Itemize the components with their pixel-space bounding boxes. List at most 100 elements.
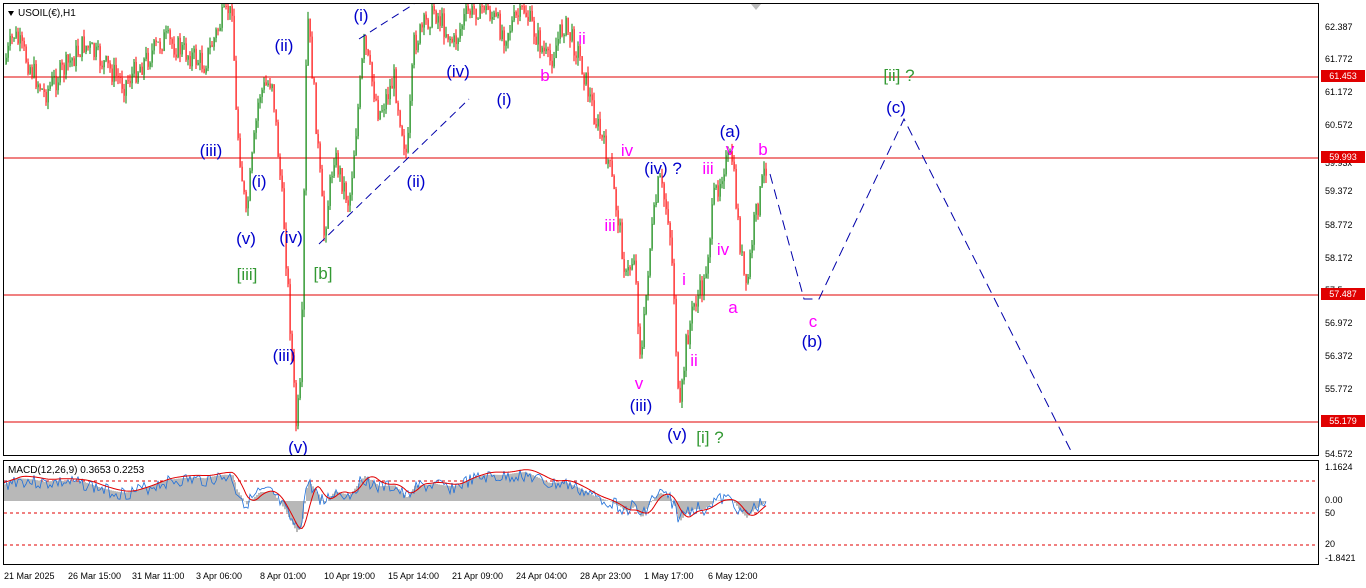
candle-body [313,78,315,83]
candle-body [327,205,329,229]
macd-histogram-bar [528,473,530,501]
price-tick: 58.772 [1325,220,1353,230]
macd-histogram-bar [500,474,502,501]
candle-body [335,152,337,166]
candle-body [189,56,191,67]
candle-body [283,188,285,229]
candle-body [297,398,299,427]
candle-body [227,6,229,14]
candle-body [81,36,83,57]
candle-body [499,13,501,40]
candle-body [705,273,707,278]
macd-histogram-bar [306,487,308,501]
candle-body [487,6,489,10]
candle-body [475,8,477,19]
macd-histogram-bar [444,485,446,501]
macd-histogram-bar [594,496,596,501]
candle-body [61,62,63,65]
time-axis[interactable]: 21 Mar 2025 26 Mar 15:00 31 Mar 11:00 3 … [0,565,1366,588]
candle-body [323,196,325,236]
candle-body [763,168,765,176]
candle-body [611,160,613,176]
candle-body [755,203,757,215]
macd-histogram-bar [228,474,230,501]
candle-body [375,98,377,101]
macd-histogram-bar [490,474,492,501]
macd-histogram-bar [4,484,6,501]
candle-body [251,152,253,171]
candle-body [671,237,673,264]
candle-body [643,313,645,348]
candle-body [123,88,125,96]
macd-histogram-bar [132,491,134,501]
macd-histogram-bar [72,481,74,501]
candle-body [449,38,451,40]
wave-label: (i) [251,172,267,191]
price-chart-canvas[interactable] [4,4,1319,456]
macd-panel[interactable]: MACD(12,26,9) 0.3653 0.2253 [3,460,1319,565]
price-axis[interactable]: 62.387 61.772 61.172 60.572 59.93x 59.37… [1319,0,1366,460]
candle-body [423,14,425,28]
candle-body [95,46,97,57]
candle-body [505,41,507,46]
candle-body [513,11,515,21]
candle-body [237,109,239,139]
candle-body [357,107,359,137]
candle-body [89,43,91,48]
candle-body [201,52,203,69]
wave-label: (i) [496,90,512,109]
time-label: 6 May 12:00 [708,571,758,581]
candle-body [407,132,409,153]
macd-histogram-bar [232,475,234,501]
candle-body [231,6,233,16]
candle-body [567,17,569,33]
macd-histogram-bar [438,484,440,501]
candle-body [425,14,427,20]
macd-histogram-bar [480,476,482,501]
macd-histogram-bar [474,477,476,501]
candle-body [409,100,411,133]
dropdown-triangle-icon[interactable] [8,10,14,16]
macd-histogram-bar [48,481,50,501]
candle-body [427,19,429,29]
candle-body [365,36,367,50]
candle-body [181,44,183,55]
candle-body [561,24,563,36]
macd-histogram-bar [74,481,76,501]
price-chart[interactable]: USOIL(€),H1 (i) (ii) (iii) (i) (v) (iv) [iii] [… [3,3,1319,456]
candle-body [629,267,631,270]
macd-histogram-bar [422,485,424,501]
candle-body [669,222,671,238]
candle-body [589,94,591,97]
candle-body [117,75,119,78]
candle-body [341,167,343,192]
candle-body [497,13,499,17]
candle-body [349,194,351,206]
macd-histogram-bar [20,478,22,501]
candle-body [723,174,725,182]
candle-body [331,176,333,178]
macd-histogram-bar [380,486,382,501]
candle-body [333,165,335,177]
macd-histogram-bar [270,491,272,501]
candle-body [757,203,759,216]
candle-body [431,6,433,28]
candle-body [257,102,259,121]
candle-body [429,27,431,29]
macd-axis[interactable]: 1.1624 0.00 50 20 -1.8421 [1319,460,1366,565]
macd-histogram-bar [64,480,66,501]
macd-histogram-bar [708,501,710,506]
candle-body [229,6,231,14]
candle-body [761,175,763,187]
price-tick: 62.387 [1325,22,1353,32]
time-label: 24 Apr 04:00 [516,571,568,581]
macd-canvas[interactable] [4,461,1319,565]
macd-histogram-bar [406,497,408,501]
candle-body [33,63,35,77]
candle-body [317,133,319,144]
macd-histogram-bar [606,500,608,501]
candle-body [295,382,297,427]
wave-label: a [728,298,738,317]
macd-histogram-bar [590,494,592,501]
candle-body [45,91,47,103]
